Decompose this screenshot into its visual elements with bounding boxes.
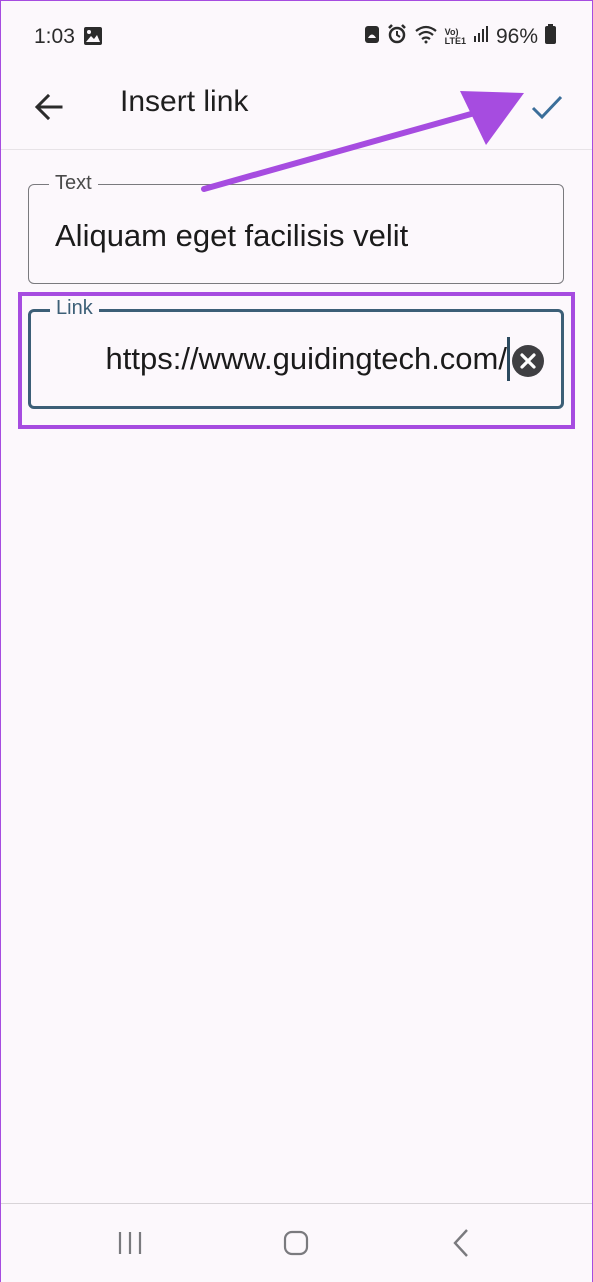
recents-button[interactable] (117, 1230, 143, 1261)
system-back-button[interactable] (451, 1228, 471, 1263)
battery-percent: 96% (495, 25, 538, 48)
volte-icon: Vo) LTE1 (444, 27, 466, 46)
status-bar: 1:03 Vo) LTE1 96% (1, 1, 592, 71)
text-field-label: Text (49, 171, 98, 195)
home-icon (283, 1230, 309, 1256)
home-button[interactable] (283, 1230, 309, 1261)
image-icon (83, 26, 103, 52)
alarm-icon (387, 24, 407, 50)
arrow-left-icon (34, 93, 63, 121)
highlight-box (18, 292, 575, 429)
text-field-value: Aliquam eget facilisis velit (55, 218, 409, 253)
text-field[interactable]: Text Aliquam eget facilisis velit (28, 171, 564, 284)
wifi-icon (414, 24, 438, 50)
recents-icon (118, 1232, 142, 1254)
status-time: 1:03 (34, 25, 75, 48)
battery-icon (545, 24, 556, 50)
status-icons: Vo) LTE1 96% (364, 24, 556, 50)
android-icon (364, 24, 380, 50)
system-nav-bar (1, 1203, 592, 1282)
signal-icon (473, 25, 489, 49)
annotation-arrow (201, 91, 524, 192)
back-icon (453, 1229, 468, 1257)
back-button[interactable] (29, 87, 69, 127)
